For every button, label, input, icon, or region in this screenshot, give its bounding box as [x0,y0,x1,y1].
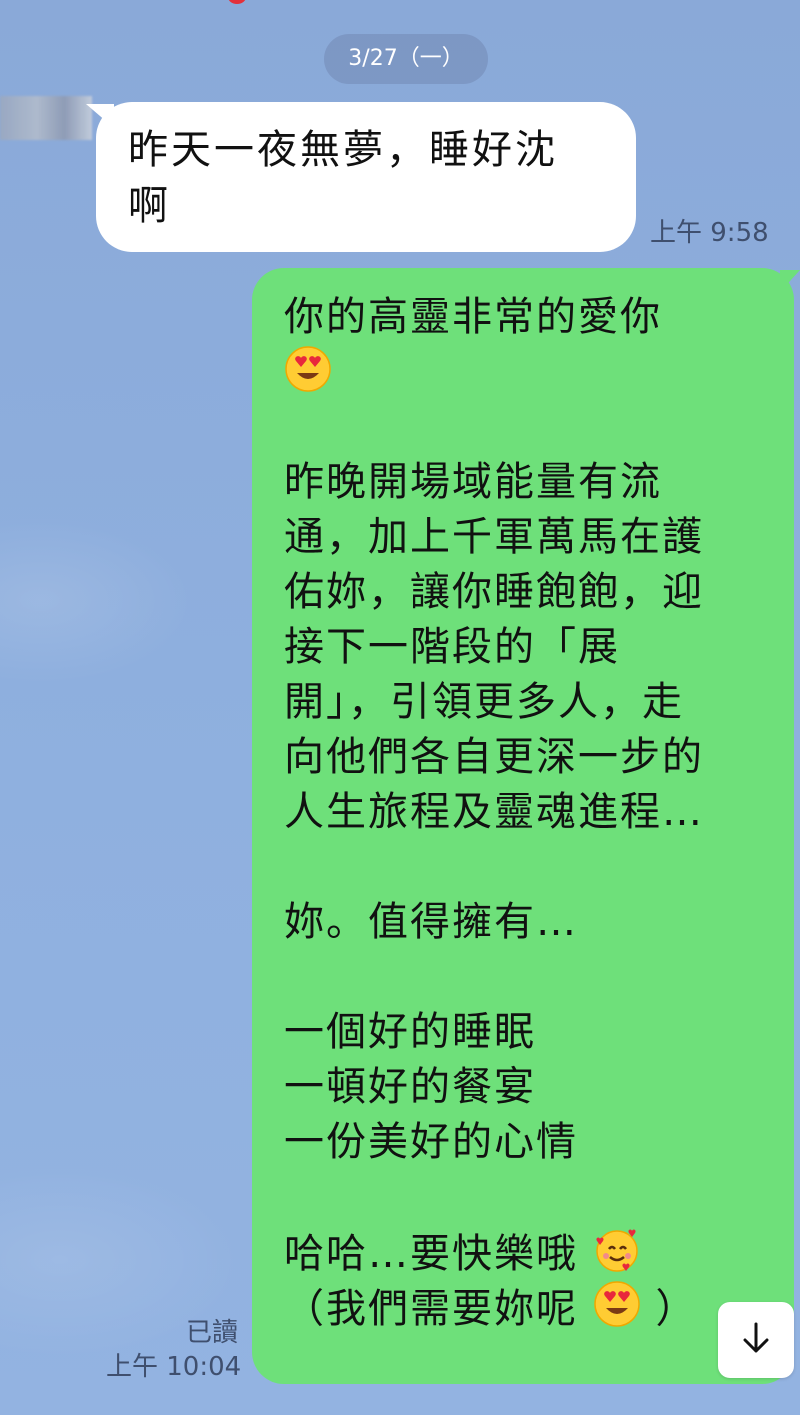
date-separator: 3/27（一） [324,34,488,84]
outgoing-timestamp: 上午 10:04 [106,1352,242,1382]
message-line: 你的高靈非常的愛你 [284,294,662,340]
scroll-to-bottom-button[interactable] [718,1302,794,1378]
emoji-line [284,345,774,400]
message-line: 一份美好的心情 [284,1119,578,1165]
incoming-timestamp: 上午 9:58 [650,218,769,248]
heart-eyes-emoji-icon [284,345,332,408]
message-line: 向他們各自更深一步的 [284,734,704,780]
incoming-message-bubble[interactable]: 昨天一夜無夢，睡好沈 啊 [96,102,636,252]
arrow-down-icon [736,1318,776,1362]
message-line: 接下一階段的「展 [284,624,620,670]
message-line: 佑妳，讓你睡飽飽，迎 [284,569,704,615]
outgoing-message-bubble[interactable]: 你的高靈非常的愛你 昨晚開場域能量有流 通，加上千軍萬馬在護 佑妳，讓你睡飽飽，… [252,268,794,1384]
message-line: 妳。值得擁有… [284,899,578,945]
message-line: 昨天一夜無夢，睡好沈 [128,127,558,173]
message-text: ） [655,1286,698,1332]
message-line: 啊 [128,183,171,229]
smiling-face-with-hearts-emoji-icon [593,1225,641,1288]
top-bar-remnant [0,0,800,6]
message-line: 一個好的睡眠 [284,1009,536,1055]
heart-eyes-emoji-icon [593,1280,641,1343]
message-line-with-emoji: 哈哈…要快樂哦 [284,1225,774,1280]
notification-dot-icon [228,0,246,4]
avatar[interactable] [0,96,92,140]
message-line: 一頓好的餐宴 [284,1064,536,1110]
message-text: 哈哈…要快樂哦 [284,1231,578,1277]
message-line: 通，加上千軍萬馬在護 [284,514,704,560]
message-line-with-emoji: （我們需要妳呢 ） [284,1280,774,1335]
message-text: （我們需要妳呢 [284,1286,578,1332]
read-receipt: 已讀 [186,1318,239,1348]
message-line: 昨晚開場域能量有流 [284,459,662,505]
message-line: 人生旅程及靈魂進程… [284,789,704,835]
message-line: 開」，引領更多人，走 [284,679,684,725]
